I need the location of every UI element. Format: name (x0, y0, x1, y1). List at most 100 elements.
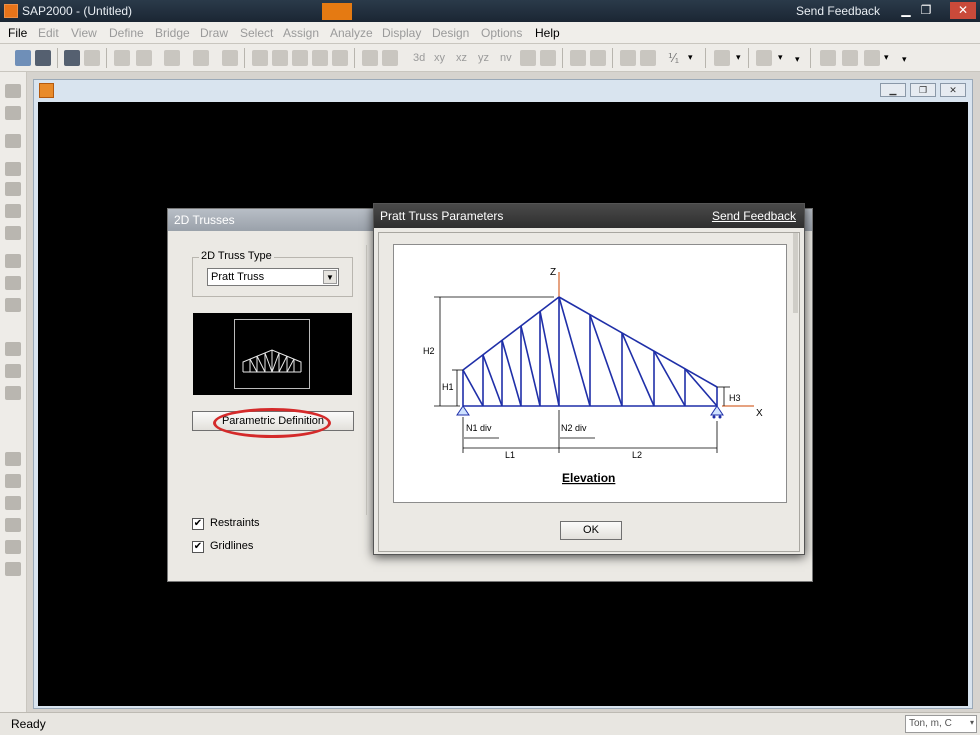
chevron-down-icon[interactable]: ▾ (778, 52, 783, 63)
restraints-checkbox[interactable]: ✔ (192, 518, 204, 530)
view-3d-button[interactable]: 3d (413, 52, 425, 64)
draw-reference-line-icon[interactable] (5, 518, 21, 532)
l2-label: L2 (632, 450, 642, 460)
restore-icon[interactable]: ❐ (916, 2, 936, 19)
menu-define[interactable]: Define (109, 26, 144, 40)
units-select[interactable]: Ton, m, C ▾ (905, 715, 977, 733)
print-icon[interactable] (84, 50, 100, 66)
zoom-in-icon[interactable] (292, 50, 308, 66)
refresh-icon[interactable] (164, 50, 180, 66)
menu-design[interactable]: Design (432, 26, 469, 40)
object-shrink-icon[interactable] (620, 50, 636, 66)
units-value: Ton, m, C (909, 718, 952, 729)
snap-lines-icon[interactable] (5, 562, 21, 576)
perspective-icon[interactable] (540, 50, 556, 66)
menu-display[interactable]: Display (382, 26, 421, 40)
snap-joints-icon[interactable] (5, 540, 21, 554)
h1-dimension (452, 369, 463, 406)
pan-icon[interactable] (332, 50, 348, 66)
view-settings-icon[interactable] (382, 50, 398, 66)
toolbar-overflow-icon[interactable]: ▾ (902, 54, 907, 65)
scrollbar[interactable] (793, 233, 798, 313)
send-feedback-link[interactable]: Send Feedback (796, 4, 880, 18)
chevron-down-icon[interactable]: ▼ (323, 270, 337, 284)
chevron-down-icon[interactable]: ▾ (970, 718, 974, 727)
truss-type-value: Pratt Truss (211, 271, 265, 283)
menu-options[interactable]: Options (481, 26, 522, 40)
frame-section-icon[interactable] (820, 50, 836, 66)
draw-braces-icon[interactable] (5, 204, 21, 218)
mdi-restore-icon[interactable]: ❐ (910, 83, 936, 97)
mdi-minimize-icon[interactable]: ▁ (880, 83, 906, 97)
menu-select[interactable]: Select (240, 26, 273, 40)
sap2000-app-icon[interactable] (4, 4, 18, 18)
view-xy-button[interactable]: xy (434, 52, 445, 64)
h3-label: H3 (729, 393, 741, 403)
zoom-restore-icon[interactable] (272, 50, 288, 66)
ok-button[interactable]: OK (560, 521, 622, 540)
draw-frame-icon[interactable] (5, 162, 21, 176)
fraction-dropdown[interactable]: ⅟₁ (668, 51, 679, 65)
draw-rect-area-icon[interactable] (5, 276, 21, 290)
close-icon[interactable]: ✕ (950, 2, 976, 19)
reshape-icon[interactable] (5, 106, 21, 120)
draw-dimension-icon[interactable] (5, 474, 21, 488)
taskbar-app-icon[interactable] (322, 3, 352, 20)
view-nv-button[interactable]: nv (500, 52, 512, 64)
chevron-down-icon[interactable]: ▾ (736, 52, 741, 63)
gridlines-label: Gridlines (210, 540, 254, 552)
menu-edit[interactable]: Edit (38, 26, 59, 40)
draw-section-cut-icon[interactable] (5, 452, 21, 466)
frame-truss-icon[interactable] (864, 50, 880, 66)
section-icon[interactable] (714, 50, 730, 66)
display-options-icon[interactable] (640, 50, 656, 66)
menu-help[interactable]: Help (535, 26, 560, 40)
draw-solid-icon[interactable] (5, 342, 21, 356)
draw-joint-icon[interactable] (5, 134, 21, 148)
quick-draw-frame-icon[interactable] (5, 182, 21, 196)
quick-draw-solid-icon[interactable] (5, 364, 21, 378)
menu-file[interactable]: File (8, 26, 27, 40)
open-icon[interactable] (35, 50, 51, 66)
save-icon[interactable] (64, 50, 80, 66)
zoom-window-icon[interactable] (252, 50, 268, 66)
lock-icon[interactable] (193, 50, 209, 66)
pointer-icon[interactable] (5, 84, 21, 98)
pin-support-icon (456, 405, 470, 416)
zoom-out-icon[interactable] (312, 50, 328, 66)
view-3d-icon[interactable] (362, 50, 378, 66)
gridlines-checkbox[interactable]: ✔ (192, 541, 204, 553)
undo-icon[interactable] (114, 50, 130, 66)
pratt-send-feedback-link[interactable]: Send Feedback (712, 209, 796, 223)
truss-type-select[interactable]: Pratt Truss ▼ (207, 268, 339, 286)
draw-poly-area-icon[interactable] (5, 254, 21, 268)
model-window-icon[interactable] (39, 83, 54, 98)
frame-icon[interactable] (756, 50, 772, 66)
rotate-icon[interactable] (520, 50, 536, 66)
draw-tendon-icon[interactable] (5, 386, 21, 400)
toolbar-overflow-icon[interactable]: ▾ (795, 54, 800, 65)
menu-bridge[interactable]: Bridge (155, 26, 190, 40)
minimize-icon[interactable]: ▁ (896, 2, 916, 19)
frame-release-icon[interactable] (842, 50, 858, 66)
draw-reference-point-icon[interactable] (5, 496, 21, 510)
move-down-icon[interactable] (590, 50, 606, 66)
pratt-truss-elevation: Z X H2 H1 H3 N1 div N2 div L1 L2 Elevati… (423, 267, 763, 485)
draw-link-icon[interactable] (5, 226, 21, 240)
menu-draw[interactable]: Draw (200, 26, 228, 40)
view-yz-button[interactable]: yz (478, 52, 489, 64)
chevron-down-icon[interactable]: ▾ (688, 52, 693, 63)
new-model-icon[interactable] (15, 50, 31, 66)
run-icon[interactable] (222, 50, 238, 66)
n2-div-label: N2 div (561, 423, 587, 433)
menu-view[interactable]: View (71, 26, 97, 40)
menu-analyze[interactable]: Analyze (330, 26, 373, 40)
move-up-icon[interactable] (570, 50, 586, 66)
quick-draw-area-icon[interactable] (5, 298, 21, 312)
redo-icon[interactable] (136, 50, 152, 66)
mdi-close-icon[interactable]: ✕ (940, 83, 966, 97)
view-xz-button[interactable]: xz (456, 52, 467, 64)
chevron-down-icon[interactable]: ▾ (884, 52, 889, 63)
pratt-dialog-title-bar: Pratt Truss Parameters Send Feedback (374, 204, 804, 228)
menu-assign[interactable]: Assign (283, 26, 319, 40)
